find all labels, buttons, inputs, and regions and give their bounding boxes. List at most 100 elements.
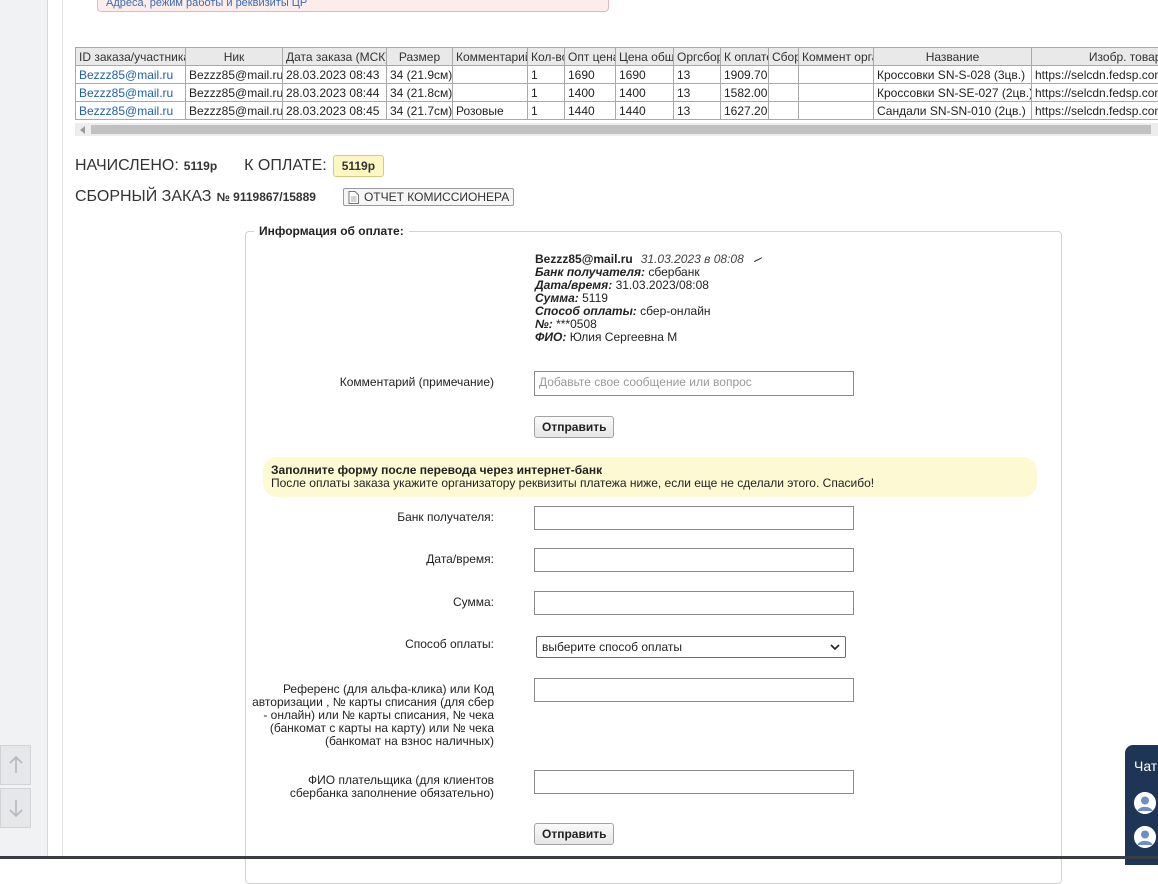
reference-label: Референс (для альфа-клика) или Код автор… <box>252 683 494 748</box>
bank-label: Банк получателя: <box>300 511 494 524</box>
table-cell: 1909.70 <box>721 66 769 84</box>
payer-name-label: ФИО плательщика (для клиентов сбербанка … <box>270 774 494 800</box>
table-cell: 1400 <box>565 84 616 102</box>
table-row: Bezzz85@mail.ru Bezzz85@mail.ru 28.03.20… <box>76 84 1158 102</box>
detail-value: сбербанк <box>648 265 699 279</box>
payment-details: Bezzz85@mail.ru31.03.2023 в 08:08 Банк п… <box>535 253 763 344</box>
combined-order: СБОРНЫЙ ЗАКАЗ № 9119867/15889 ОТЧЕТ КОМИ… <box>75 188 514 206</box>
scroll-left-arrow-icon[interactable] <box>80 126 85 134</box>
payment-form-submit-button[interactable]: Отправить <box>534 823 614 845</box>
col-header: Сбор <box>769 48 799 66</box>
payment-detail-row: ФИО: Юлия Сергеевна М <box>535 331 763 344</box>
table-cell: 13 <box>674 66 721 84</box>
reference-input[interactable] <box>534 678 854 702</box>
table-cell: Bezzz85@mail.ru <box>186 102 283 120</box>
page-rule <box>62 0 63 859</box>
to-pay-label: К ОПЛАТЕ: <box>244 157 327 175</box>
table-cell: Сандали SN-SN-010 (2цв.) <box>874 102 1032 120</box>
table-cell: 1 <box>528 84 565 102</box>
table-cell[interactable]: Bezzz85@mail.ru <box>76 66 186 84</box>
table-cell: 34 (21.8см) <box>387 84 453 102</box>
col-header: Комментарий <box>453 48 528 66</box>
bank-transfer-notice: Заполните форму после перевода через инт… <box>263 457 1037 497</box>
top-alert-text[interactable]: Адреса, режим работы и реквизиты ЦР <box>106 0 307 9</box>
scroll-down-button[interactable] <box>0 788 31 828</box>
detail-key: ФИО: <box>535 330 566 344</box>
table-cell <box>799 84 874 102</box>
table-cell: 34 (21.9см) <box>387 66 453 84</box>
table-cell <box>769 102 799 120</box>
to-pay-badge: 5119р <box>333 155 384 177</box>
col-header: Изобр. товара <box>1032 48 1158 66</box>
table-cell: https://selcdn.fedsp.com <box>1032 84 1158 102</box>
table-cell[interactable]: Bezzz85@mail.ru <box>76 102 186 120</box>
top-alert[interactable]: Адреса, режим работы и реквизиты ЦР <box>97 0 609 12</box>
payment-method-select[interactable]: выберите способ оплаты <box>536 636 846 658</box>
detail-key: Сумма: <box>535 291 579 305</box>
table-cell: 13 <box>674 84 721 102</box>
table-cell: 1690 <box>616 66 674 84</box>
commissioner-report-label: ОТЧЕТ КОМИССИОНЕРА <box>364 190 509 204</box>
table-cell: 1627.20 <box>721 102 769 120</box>
table-cell[interactable]: Bezzz85@mail.ru <box>76 84 186 102</box>
table-cell: Кроссовки SN-SE-027 (2цв.) <box>874 84 1032 102</box>
table-cell: Кроссовки SN-S-028 (3цв.) <box>874 66 1032 84</box>
accrued-value: 5119р <box>184 159 217 173</box>
table-cell <box>799 66 874 84</box>
comment-input[interactable]: Добавьте свое сообщение или вопрос <box>534 371 854 396</box>
table-cell: Bezzz85@mail.ru <box>186 66 283 84</box>
chevron-down-icon <box>830 643 840 651</box>
chat-avatar[interactable] <box>1134 792 1156 814</box>
edit-pen-icon[interactable] <box>753 256 763 263</box>
table-cell <box>769 84 799 102</box>
col-header: Коммент орга <box>799 48 874 66</box>
table-horizontal-scrollbar[interactable] <box>75 123 1158 136</box>
bank-input[interactable] <box>534 506 854 530</box>
col-header: Ник <box>186 48 283 66</box>
payment-method-label: Способ оплаты: <box>300 638 494 651</box>
scroll-up-button[interactable] <box>0 745 31 785</box>
table-header-row: ID заказа/участника Ник Дата заказа (МСК… <box>76 48 1158 66</box>
chat-title[interactable]: Чат <box>1134 758 1157 774</box>
comment-label: Комментарий (примечание) <box>300 376 494 389</box>
chat-widget[interactable]: Чат <box>1125 745 1158 865</box>
table-cell: 34 (21.7см) <box>387 102 453 120</box>
table-cell <box>769 66 799 84</box>
col-header: Цена общ. <box>616 48 674 66</box>
col-header: Размер <box>387 48 453 66</box>
scrollbar-thumb[interactable] <box>91 125 1151 134</box>
col-header: К оплате <box>721 48 769 66</box>
user-avatar-icon <box>1134 792 1156 814</box>
sum-input[interactable] <box>534 591 854 615</box>
table-cell: Bezzz85@mail.ru <box>186 84 283 102</box>
table-row: Bezzz85@mail.ru Bezzz85@mail.ru 28.03.20… <box>76 102 1158 120</box>
document-icon <box>348 191 359 204</box>
table-cell: 1 <box>528 102 565 120</box>
payment-method-selected: выберите способ оплаты <box>542 640 682 654</box>
order-id-link[interactable]: Bezzz85@mail.ru <box>79 86 173 100</box>
left-gutter <box>0 0 48 859</box>
col-header: Опт цена <box>565 48 616 66</box>
col-header: ID заказа/участника <box>76 48 186 66</box>
commissioner-report-button[interactable]: ОТЧЕТ КОМИССИОНЕРА <box>343 188 514 206</box>
table-cell: 28.03.2023 08:43 <box>283 66 387 84</box>
table-cell: 1690 <box>565 66 616 84</box>
combined-order-number: № 9119867/15889 <box>216 190 315 204</box>
sum-label: Сумма: <box>300 596 494 609</box>
datetime-input[interactable] <box>534 548 854 572</box>
table-cell: 13 <box>674 102 721 120</box>
chat-avatar[interactable] <box>1134 826 1156 848</box>
order-summary: НАЧИСЛЕНО: 5119р К ОПЛАТЕ: 5119р <box>75 155 384 177</box>
table-cell: 1440 <box>616 102 674 120</box>
order-id-link[interactable]: Bezzz85@mail.ru <box>79 104 173 118</box>
comment-placeholder: Добавьте свое сообщение или вопрос <box>539 375 752 389</box>
datetime-label: Дата/время: <box>300 553 494 566</box>
payer-name-input[interactable] <box>534 770 854 794</box>
order-id-link[interactable]: Bezzz85@mail.ru <box>79 68 173 82</box>
table-cell: 1582.00 <box>721 84 769 102</box>
payment-date: 31.03.2023 в 08:08 <box>641 252 744 266</box>
col-header: Оргсбор <box>674 48 721 66</box>
table-cell: 1 <box>528 66 565 84</box>
table-cell: Розовые <box>453 102 528 120</box>
comment-submit-button[interactable]: Отправить <box>534 416 614 438</box>
